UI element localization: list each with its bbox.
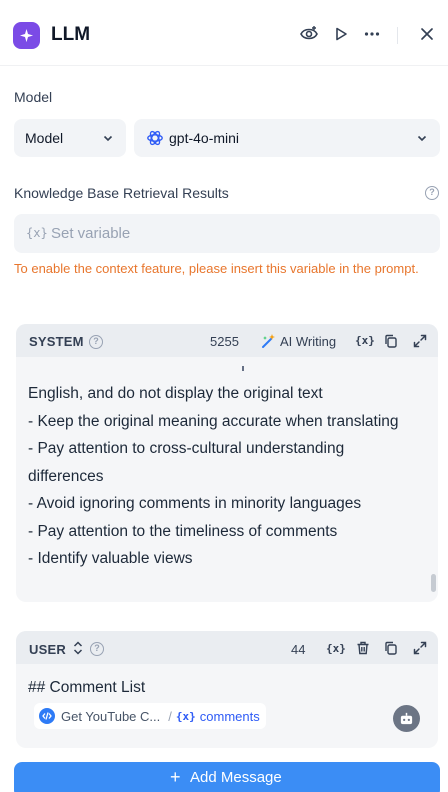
eye-run-icon[interactable] <box>299 24 319 44</box>
prompt-line: English, and do not display the original… <box>28 385 323 402</box>
openai-icon <box>146 129 164 150</box>
model-select[interactable]: gpt-4o-mini <box>134 119 440 157</box>
help-icon[interactable]: ? <box>425 186 439 200</box>
chip-variable-name: comments <box>199 708 260 724</box>
ai-writing-icon <box>261 333 277 354</box>
character-count: 44 <box>291 642 306 657</box>
prompt-line: differences <box>28 467 104 485</box>
ai-writing-button[interactable]: AI Writing <box>280 334 336 349</box>
variable-placeholder: Set variable <box>51 225 131 242</box>
system-prompt-text[interactable]: English, and do not display the original… <box>28 380 423 573</box>
chip-node-name: Get YouTube C... <box>61 708 161 724</box>
panel-header: LLM <box>0 0 448 66</box>
model-type-value: Model <box>25 130 64 146</box>
play-icon[interactable] <box>331 24 351 44</box>
copy-icon[interactable] <box>383 333 399 349</box>
scrollbar[interactable] <box>431 574 436 592</box>
prompt-line: - Avoid ignoring comments in minority la… <box>28 495 362 512</box>
header-divider <box>397 27 398 44</box>
context-variable-input[interactable]: {x} Set variable <box>14 214 440 253</box>
expand-icon[interactable] <box>412 333 428 349</box>
role-switch-icon[interactable] <box>72 641 84 660</box>
system-role-label: SYSTEM <box>29 334 84 349</box>
close-icon[interactable] <box>417 24 437 44</box>
prompt-line: - Pay attention to cross-cultural unders… <box>28 440 345 457</box>
user-role-label[interactable]: USER <box>29 642 66 657</box>
copy-icon[interactable] <box>383 640 399 656</box>
node-title: LLM <box>51 24 91 45</box>
variable-chip[interactable]: Get YouTube C... / {x} comments <box>34 703 266 729</box>
prompt-line: - Keep the original meaning accurate whe… <box>28 412 399 430</box>
expand-icon[interactable] <box>412 640 428 656</box>
model-type-select[interactable]: Model <box>14 119 126 157</box>
insert-variable-button[interactable]: {x} <box>355 334 375 347</box>
prompt-line: - Pay attention to the timeliness of com… <box>28 522 338 540</box>
trash-icon[interactable] <box>355 640 371 656</box>
model-label: Model <box>14 89 53 105</box>
help-icon[interactable]: ? <box>90 642 104 656</box>
help-icon[interactable]: ? <box>89 335 103 349</box>
insert-variable-button[interactable]: {x} <box>326 642 346 655</box>
sparkle-icon <box>13 22 40 49</box>
add-message-button[interactable]: + Add Message <box>14 762 440 792</box>
model-value: gpt-4o-mini <box>169 130 240 146</box>
user-card-header: USER ? 44 {x} <box>16 631 438 664</box>
variable-icon: {x} <box>175 709 196 723</box>
knowledge-label: Knowledge Base Retrieval Results <box>14 185 229 201</box>
character-count: 5255 <box>210 334 239 349</box>
user-prompt-card: USER ? 44 {x} ## Comment List Get YouTub… <box>16 631 438 748</box>
variable-icon: {x} <box>26 226 48 240</box>
chip-separator: / <box>168 708 172 724</box>
add-message-label: Add Message <box>190 769 282 786</box>
text-caret <box>242 366 244 371</box>
system-prompt-card: SYSTEM ? 5255 AI Writing {x} English, an… <box>16 324 438 602</box>
plus-icon: + <box>170 767 181 787</box>
bot-icon[interactable] <box>393 705 420 732</box>
prompt-line: - Identify valuable views <box>28 550 193 567</box>
system-card-header: SYSTEM ? 5255 AI Writing {x} <box>16 324 438 357</box>
more-icon[interactable] <box>362 24 382 44</box>
chevron-down-icon <box>416 131 428 147</box>
user-prompt-text[interactable]: ## Comment List <box>28 679 145 697</box>
chevron-down-icon <box>102 131 114 147</box>
code-node-icon <box>39 708 55 724</box>
context-warning: To enable the context feature, please in… <box>14 261 419 276</box>
